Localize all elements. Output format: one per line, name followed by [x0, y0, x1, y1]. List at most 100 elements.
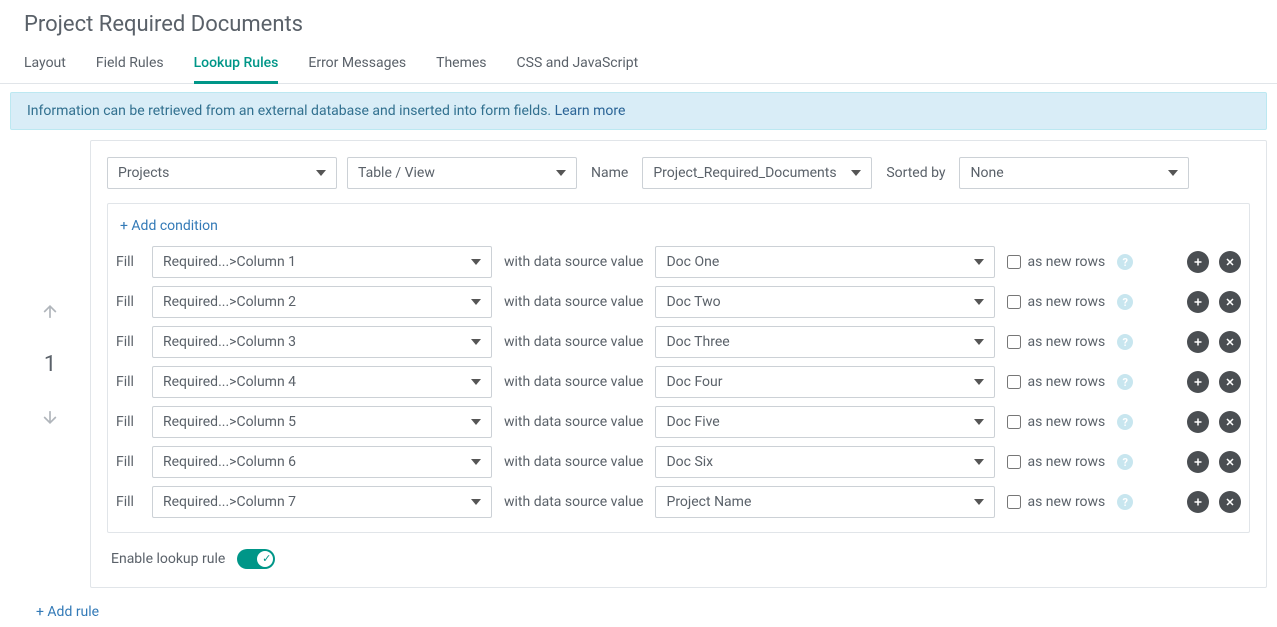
help-icon[interactable]: ? [1117, 334, 1133, 350]
help-icon[interactable]: ? [1117, 494, 1133, 510]
help-icon[interactable]: ? [1117, 294, 1133, 310]
plus-icon [1192, 296, 1204, 308]
source-value: Doc Five [666, 414, 719, 430]
name-select[interactable]: Project_Required_Documents [642, 157, 872, 189]
add-rule-link[interactable]: + Add rule [0, 588, 1277, 620]
target-field-select[interactable]: Required...>Column 5 [152, 406, 492, 438]
tab-layout[interactable]: Layout [24, 45, 66, 83]
help-icon[interactable]: ? [1117, 254, 1133, 270]
target-field-select[interactable]: Required...>Column 6 [152, 446, 492, 478]
as-new-rows-label: as new rows [1027, 414, 1105, 430]
fill-row: FillRequired...>Column 1with data source… [116, 246, 1241, 278]
fill-container: + Add condition FillRequired...>Column 1… [107, 203, 1250, 533]
tab-lookup-rules[interactable]: Lookup Rules [194, 45, 279, 83]
target-field-select[interactable]: Required...>Column 7 [152, 486, 492, 518]
connection-select[interactable]: Projects [107, 157, 337, 189]
with-label: with data source value [504, 454, 643, 470]
with-label: with data source value [504, 374, 643, 390]
source-value: Doc Six [666, 454, 713, 470]
target-field-value: Required...>Column 7 [163, 494, 296, 510]
remove-row-button[interactable] [1219, 331, 1241, 353]
plus-icon [1192, 416, 1204, 428]
source-value-select[interactable]: Project Name [655, 486, 995, 518]
target-field-select[interactable]: Required...>Column 4 [152, 366, 492, 398]
object-type-select[interactable]: Table / View [347, 157, 577, 189]
caret-down-icon [471, 457, 481, 467]
caret-down-icon [1168, 168, 1178, 178]
target-field-select[interactable]: Required...>Column 2 [152, 286, 492, 318]
source-value-select[interactable]: Doc Six [655, 446, 995, 478]
as-new-rows-checkbox[interactable] [1007, 255, 1021, 269]
remove-row-button[interactable] [1219, 251, 1241, 273]
caret-down-icon [851, 168, 861, 178]
sorted-by-select[interactable]: None [959, 157, 1189, 189]
row-actions [1187, 491, 1241, 513]
target-field-value: Required...>Column 2 [163, 294, 296, 310]
row-actions [1187, 251, 1241, 273]
fill-row: FillRequired...>Column 4with data source… [116, 366, 1241, 398]
help-icon[interactable]: ? [1117, 414, 1133, 430]
remove-row-button[interactable] [1219, 371, 1241, 393]
as-new-rows-checkbox[interactable] [1007, 455, 1021, 469]
target-field-select[interactable]: Required...>Column 1 [152, 246, 492, 278]
add-row-button[interactable] [1187, 411, 1209, 433]
remove-row-button[interactable] [1219, 291, 1241, 313]
close-icon [1224, 456, 1236, 468]
target-field-select[interactable]: Required...>Column 3 [152, 326, 492, 358]
add-condition-link[interactable]: + Add condition [116, 218, 1241, 246]
tab-error-messages[interactable]: Error Messages [308, 45, 406, 83]
remove-row-button[interactable] [1219, 451, 1241, 473]
source-value-select[interactable]: Doc One [655, 246, 995, 278]
help-icon[interactable]: ? [1117, 374, 1133, 390]
source-value-select[interactable]: Doc Four [655, 366, 995, 398]
close-icon [1224, 296, 1236, 308]
plus-icon [1192, 256, 1204, 268]
remove-row-button[interactable] [1219, 491, 1241, 513]
fill-row: FillRequired...>Column 7with data source… [116, 486, 1241, 518]
tab-bar: Layout Field Rules Lookup Rules Error Messa… [0, 45, 1277, 84]
name-label: Name [587, 165, 632, 181]
source-value-select[interactable]: Doc Three [655, 326, 995, 358]
connection-value: Projects [118, 165, 169, 181]
close-icon [1224, 256, 1236, 268]
tab-field-rules[interactable]: Field Rules [96, 45, 164, 83]
row-actions [1187, 411, 1241, 433]
as-new-rows-checkbox[interactable] [1007, 495, 1021, 509]
as-new-rows-checkbox[interactable] [1007, 415, 1021, 429]
fill-row: FillRequired...>Column 2with data source… [116, 286, 1241, 318]
as-new-rows-checkbox[interactable] [1007, 295, 1021, 309]
fill-label: Fill [116, 414, 140, 430]
close-icon [1224, 416, 1236, 428]
fill-row: FillRequired...>Column 6with data source… [116, 446, 1241, 478]
enable-row: Enable lookup rule ✓ [107, 547, 1250, 571]
add-row-button[interactable] [1187, 371, 1209, 393]
source-value: Project Name [666, 494, 751, 510]
add-row-button[interactable] [1187, 451, 1209, 473]
caret-down-icon [974, 257, 984, 267]
add-row-button[interactable] [1187, 291, 1209, 313]
fill-label: Fill [116, 494, 140, 510]
add-row-button[interactable] [1187, 491, 1209, 513]
fill-label: Fill [116, 294, 140, 310]
remove-row-button[interactable] [1219, 411, 1241, 433]
plus-icon [1192, 376, 1204, 388]
add-row-button[interactable] [1187, 331, 1209, 353]
source-value-select[interactable]: Doc Five [655, 406, 995, 438]
as-new-rows-checkbox[interactable] [1007, 335, 1021, 349]
caret-down-icon [974, 337, 984, 347]
tab-themes[interactable]: Themes [436, 45, 486, 83]
target-field-value: Required...>Column 3 [163, 334, 296, 350]
tab-css-and-javascript[interactable]: CSS and JavaScript [517, 45, 639, 83]
move-up-icon[interactable] [40, 302, 60, 322]
help-icon[interactable]: ? [1117, 454, 1133, 470]
learn-more-link[interactable]: Learn more [555, 103, 626, 119]
add-row-button[interactable] [1187, 251, 1209, 273]
plus-icon [1192, 496, 1204, 508]
rule-card: Projects Table / View Name Project_Requi… [90, 140, 1267, 588]
move-down-icon[interactable] [40, 407, 60, 427]
caret-down-icon [316, 168, 326, 178]
source-value-select[interactable]: Doc Two [655, 286, 995, 318]
caret-down-icon [974, 457, 984, 467]
enable-toggle[interactable]: ✓ [237, 549, 275, 569]
as-new-rows-checkbox[interactable] [1007, 375, 1021, 389]
